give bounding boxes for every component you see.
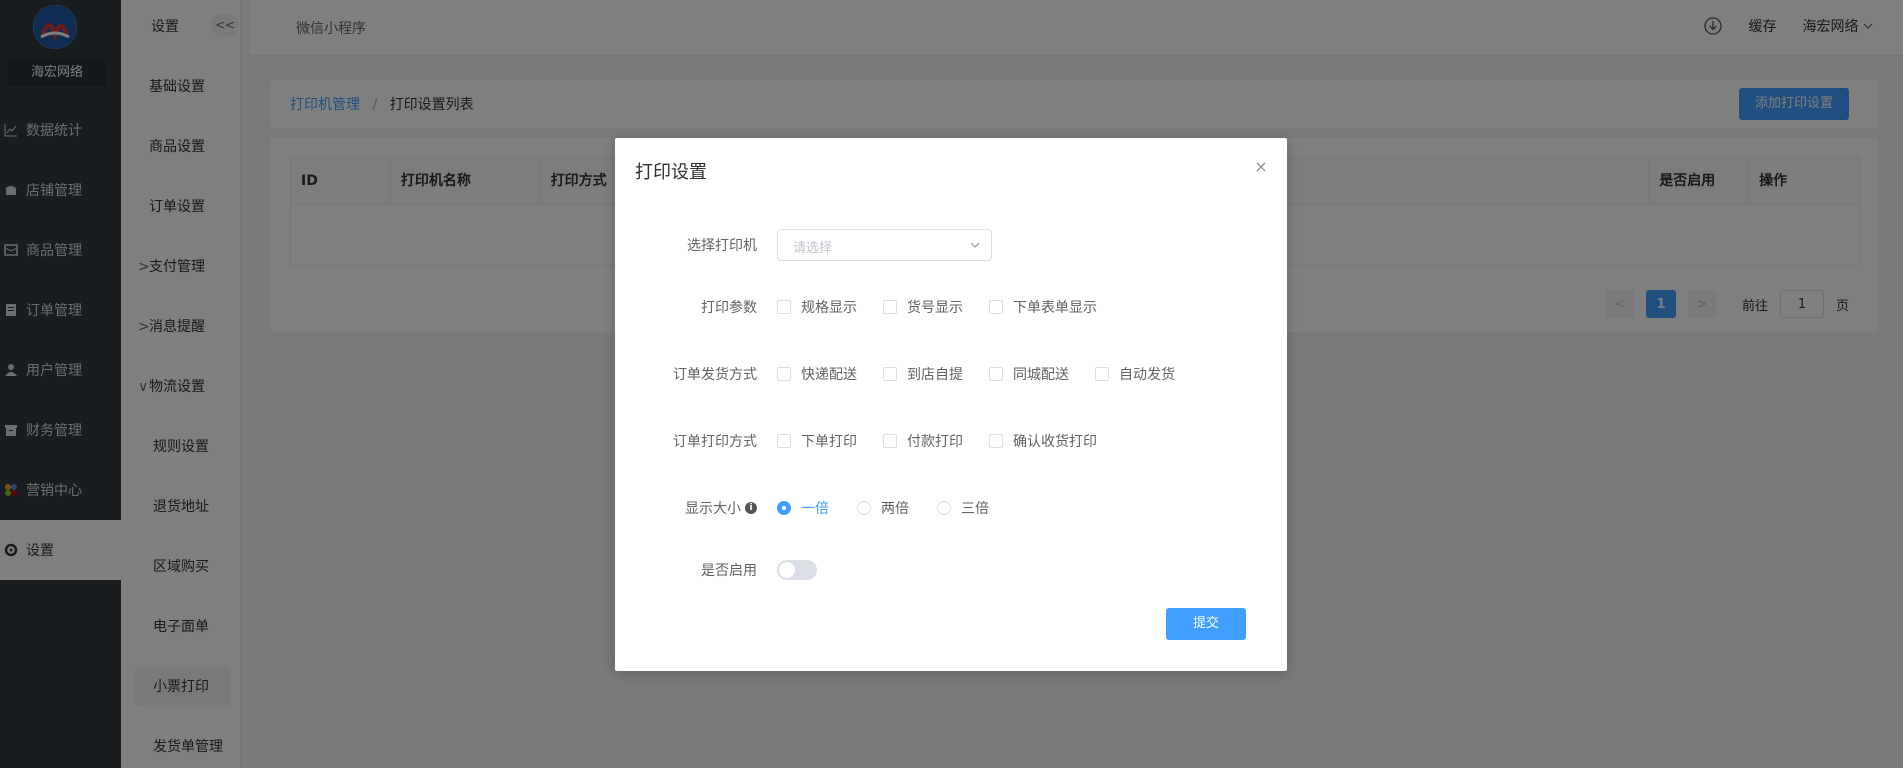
checkbox-print-on-receipt[interactable]: 确认收货打印 [989, 431, 1097, 451]
checkbox-box [777, 367, 791, 381]
enabled-toggle[interactable] [777, 560, 817, 580]
checkbox-label: 快递配送 [801, 367, 857, 383]
checkbox-form-display[interactable]: 下单表单显示 [989, 297, 1097, 317]
checkbox-label: 确认收货打印 [1013, 434, 1097, 450]
form-row-delivery: 订单发货方式 快递配送 到店自提 同城配送 自动发货 [615, 357, 1287, 391]
checkbox-box [777, 434, 791, 448]
dialog-title: 打印设置 [635, 162, 707, 183]
checkbox-print-on-order[interactable]: 下单打印 [777, 431, 857, 451]
checkbox-label: 下单表单显示 [1013, 300, 1097, 316]
toggle-knob [779, 562, 795, 578]
form-row-enabled: 是否启用 [615, 553, 1287, 587]
chevron-down-icon [969, 239, 981, 251]
field-label: 订单打印方式 [673, 434, 757, 450]
form-row-params: 打印参数 规格显示 货号显示 下单表单显示 [615, 290, 1287, 324]
field-label: 显示大小 i [615, 498, 777, 518]
checkbox-box [989, 367, 1003, 381]
radio-size-3x[interactable]: 三倍 [937, 498, 989, 518]
submit-button[interactable]: 提交 [1166, 608, 1246, 640]
form-row-printer: 选择打印机 请选择 [615, 228, 1287, 262]
close-icon[interactable]: × [1251, 156, 1271, 176]
field-label: 选择打印机 [687, 238, 757, 254]
checkbox-box [989, 300, 1003, 314]
checkbox-pickup[interactable]: 到店自提 [883, 364, 963, 384]
radio-label: 两倍 [881, 501, 909, 517]
radio-size-2x[interactable]: 两倍 [857, 498, 909, 518]
checkbox-label: 付款打印 [907, 434, 963, 450]
checkbox-box [1095, 367, 1109, 381]
checkbox-box [883, 367, 897, 381]
checkbox-label: 下单打印 [801, 434, 857, 450]
field-label-text: 显示大小 [685, 501, 741, 517]
checkbox-label: 规格显示 [801, 300, 857, 316]
field-label: 打印参数 [701, 300, 757, 316]
checkbox-express[interactable]: 快递配送 [777, 364, 857, 384]
checkbox-print-on-pay[interactable]: 付款打印 [883, 431, 963, 451]
select-placeholder: 请选择 [793, 241, 833, 256]
radio-label: 一倍 [801, 501, 829, 517]
field-label: 订单发货方式 [673, 367, 757, 383]
checkbox-sku-display[interactable]: 货号显示 [883, 297, 963, 317]
form-row-size: 显示大小 i 一倍 两倍 三倍 [615, 491, 1287, 525]
print-settings-dialog: 打印设置 × 选择打印机 请选择 打印参数 规格显示 货号显示 下单表单显示 订… [615, 138, 1287, 671]
checkbox-label: 货号显示 [907, 300, 963, 316]
checkbox-box [883, 434, 897, 448]
form-row-print-mode: 订单打印方式 下单打印 付款打印 确认收货打印 [615, 424, 1287, 458]
info-icon[interactable]: i [745, 502, 757, 514]
checkbox-spec-display[interactable]: 规格显示 [777, 297, 857, 317]
radio-dot [777, 501, 791, 515]
checkbox-auto-ship[interactable]: 自动发货 [1095, 364, 1175, 384]
radio-dot [857, 501, 871, 515]
field-label: 是否启用 [701, 563, 757, 579]
printer-select[interactable]: 请选择 [777, 229, 992, 261]
checkbox-label: 自动发货 [1119, 367, 1175, 383]
radio-dot [937, 501, 951, 515]
checkbox-box [883, 300, 897, 314]
checkbox-label: 同城配送 [1013, 367, 1069, 383]
radio-size-1x[interactable]: 一倍 [777, 498, 829, 518]
checkbox-label: 到店自提 [907, 367, 963, 383]
checkbox-box [777, 300, 791, 314]
checkbox-same-city[interactable]: 同城配送 [989, 364, 1069, 384]
radio-label: 三倍 [961, 501, 989, 517]
checkbox-box [989, 434, 1003, 448]
